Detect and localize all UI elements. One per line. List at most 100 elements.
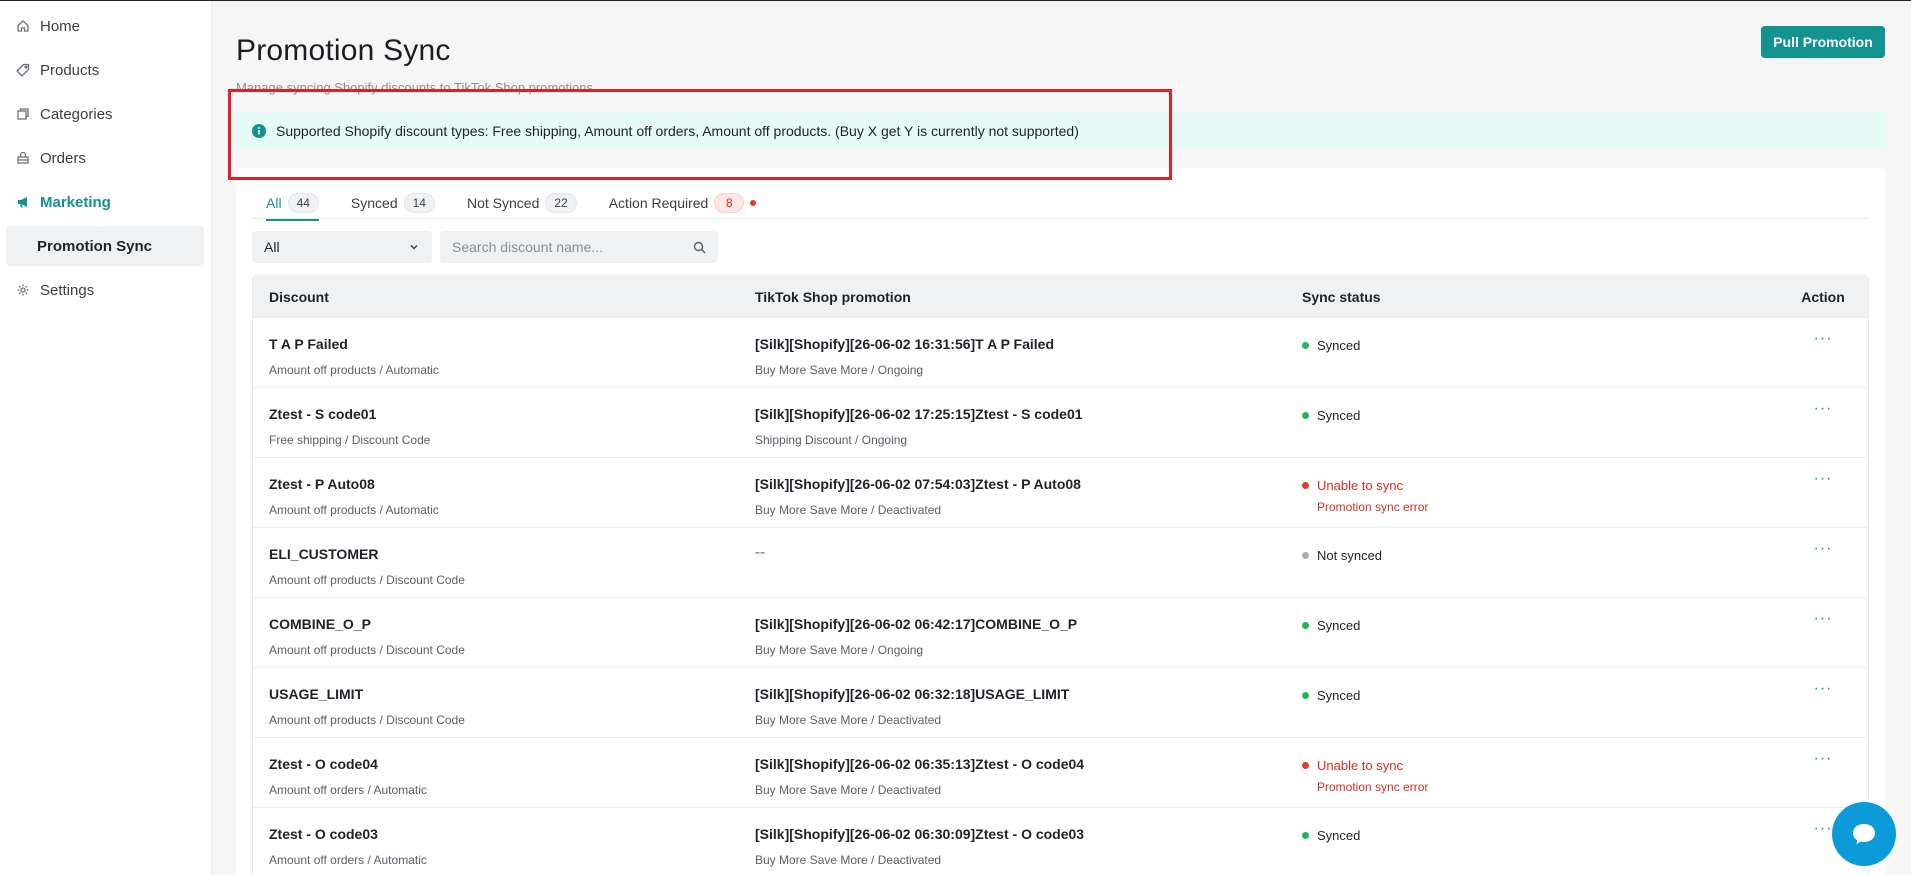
tiktok-promotion-name: [Silk][Shopify][26-06-02 17:25:15]Ztest … [755, 406, 1083, 422]
sidebar-item-label: Promotion Sync [37, 237, 153, 255]
discount-table: Discount TikTok Shop promotion Sync stat… [252, 275, 1869, 875]
sidebar-item-settings[interactable]: Settings [16, 272, 94, 308]
sync-status: Synced [1302, 338, 1360, 353]
header-action: Action [1801, 288, 1845, 305]
status-dot [1302, 552, 1309, 559]
home-icon [16, 19, 30, 33]
more-actions-icon[interactable]: ··· [1793, 751, 1853, 767]
pull-promotion-button[interactable]: Pull Promotion [1761, 26, 1885, 58]
sidebar-item-label: Orders [40, 149, 86, 167]
more-actions-icon[interactable]: ··· [1793, 471, 1853, 487]
discount-type: Amount off orders / Automatic [269, 783, 427, 797]
orders-icon [16, 151, 30, 165]
page-subtitle: Manage syncing Shopify discounts to TikT… [236, 80, 593, 95]
status-dot [1302, 622, 1309, 629]
info-banner: Supported Shopify discount types: Free s… [236, 112, 1885, 150]
sync-status: Unable to sync [1302, 478, 1403, 493]
sync-status-label: Synced [1317, 688, 1361, 703]
discount-type: Free shipping / Discount Code [269, 433, 431, 447]
tiktok-promotion-type: Shipping Discount / Ongoing [755, 433, 908, 447]
megaphone-icon [16, 195, 30, 209]
top-border [0, 0, 1911, 1]
more-actions-icon[interactable]: ··· [1793, 611, 1853, 627]
discount-type: Amount off products / Discount Code [269, 643, 465, 657]
search-icon[interactable] [693, 241, 706, 254]
sync-status: Synced [1302, 618, 1360, 633]
tabs-divider [252, 218, 1869, 219]
table-body: T A P Failed Amount off products / Automa… [253, 318, 1868, 875]
tiktok-promotion-name: [Silk][Shopify][26-06-02 16:31:56]T A P … [755, 336, 1055, 352]
more-actions-icon[interactable]: ··· [1793, 401, 1853, 417]
table-header: Discount TikTok Shop promotion Sync stat… [253, 276, 1868, 318]
sync-status: Synced [1302, 408, 1360, 423]
sync-status: Synced [1302, 688, 1360, 703]
sidebar-item-orders[interactable]: Orders [16, 140, 86, 176]
sidebar-item-products[interactable]: Products [16, 52, 99, 88]
sync-status: Unable to sync [1302, 758, 1403, 773]
tiktok-promotion-type: Buy More Save More / Deactivated [755, 713, 942, 727]
sidebar-item-label: Home [40, 17, 81, 35]
discount-type: Amount off products / Automatic [269, 363, 439, 377]
tab-synced[interactable]: Synced 14 [351, 188, 435, 218]
status-dot [1302, 832, 1309, 839]
table-row: COMBINE_O_P Amount off products / Discoun… [253, 598, 1868, 668]
tab-label: Not Synced [466, 195, 540, 211]
sidebar-item-promotion-sync[interactable]: Promotion Sync [6, 226, 204, 266]
categories-icon [16, 107, 30, 121]
sidebar-item-home[interactable]: Home [16, 8, 80, 44]
discount-name: T A P Failed [269, 336, 348, 352]
table-row: Ztest - O code03 Amount off orders / Auto… [253, 808, 1868, 875]
tab-not-synced[interactable]: Not Synced 22 [467, 188, 577, 218]
tab-count: 22 [545, 193, 577, 213]
status-dot [1302, 342, 1309, 349]
alert-dot [750, 200, 757, 206]
table-row: Ztest - S code01 Free shipping / Discount… [253, 388, 1868, 458]
tiktok-promotion-empty: -- [755, 544, 765, 561]
sidebar-item-label: Settings [40, 281, 95, 299]
discount-name: COMBINE_O_P [269, 616, 371, 632]
tab-all[interactable]: All 44 [266, 188, 319, 221]
sidebar-item-label: Products [40, 61, 100, 79]
table-row: Ztest - O code04 Amount off orders / Auto… [253, 738, 1868, 808]
status-dot [1302, 412, 1309, 419]
more-actions-icon[interactable]: ··· [1793, 541, 1853, 557]
sync-status-label: Synced [1317, 408, 1361, 423]
info-icon [252, 124, 266, 138]
sidebar-item-label: Categories [40, 105, 113, 123]
discount-type: Amount off products / Discount Code [269, 713, 465, 727]
sidebar-item-categories[interactable]: Categories [16, 96, 113, 132]
promotion-table-card: All 44 Synced 14 Not Synced 22 Action Re… [236, 168, 1885, 875]
tab-count: 44 [287, 193, 319, 213]
sidebar-item-marketing[interactable]: Marketing [16, 184, 111, 220]
sync-error-detail: Promotion sync error [1317, 500, 1429, 514]
tag-icon [16, 63, 30, 77]
chevron-down-icon [410, 245, 418, 250]
discount-name: Ztest - S code01 [269, 406, 377, 422]
sync-status-label: Unable to sync [1317, 478, 1403, 493]
page-title: Promotion Sync [236, 34, 451, 67]
header-sync-status: Sync status [1302, 288, 1381, 305]
discount-name: Ztest - O code03 [269, 826, 378, 842]
sync-status: Not synced [1302, 548, 1382, 563]
more-actions-icon[interactable]: ··· [1793, 331, 1853, 347]
header-discount: Discount [269, 288, 329, 305]
search-box [440, 231, 718, 263]
sync-status-label: Unable to sync [1317, 758, 1403, 773]
sync-status-label: Synced [1317, 338, 1361, 353]
discount-name: USAGE_LIMIT [269, 686, 364, 702]
status-dot [1302, 762, 1309, 769]
tiktok-promotion-name: [Silk][Shopify][26-06-02 06:32:18]USAGE_… [755, 686, 1070, 702]
tab-count: 14 [403, 193, 435, 213]
table-row: USAGE_LIMIT Amount off products / Discoun… [253, 668, 1868, 738]
sync-status-label: Synced [1317, 618, 1361, 633]
sync-status-label: Synced [1317, 828, 1361, 843]
tab-action-required[interactable]: Action Required 8 [609, 188, 757, 218]
chat-button[interactable] [1832, 802, 1896, 866]
discount-name: Ztest - P Auto08 [269, 476, 375, 492]
table-row: ELI_CUSTOMER Amount off products / Discou… [253, 528, 1868, 598]
sync-status: Synced [1302, 828, 1360, 843]
more-actions-icon[interactable]: ··· [1793, 681, 1853, 697]
discount-type: Amount off orders / Automatic [269, 853, 427, 867]
search-input[interactable] [452, 239, 693, 255]
status-filter-select[interactable]: All [252, 231, 432, 263]
